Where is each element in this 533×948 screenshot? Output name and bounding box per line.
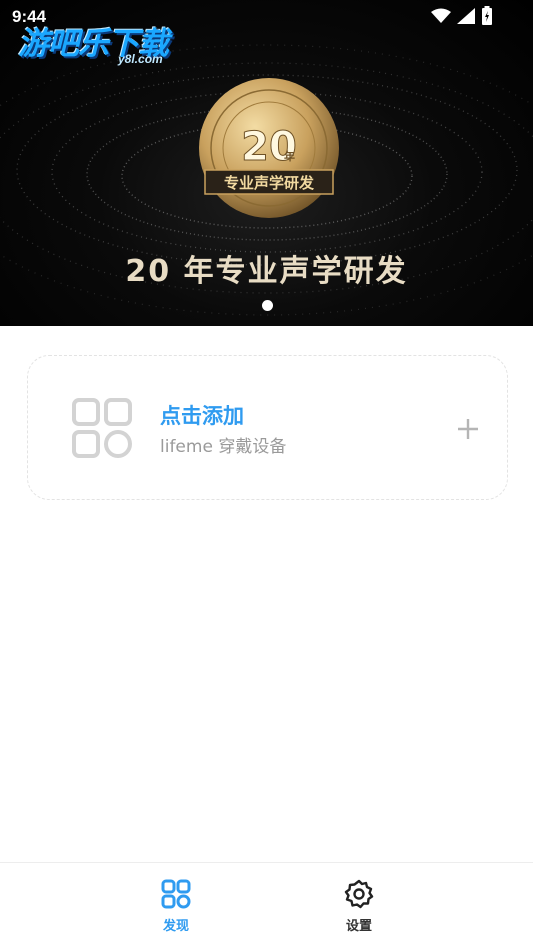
medal-number: 20: [241, 124, 297, 170]
add-device-card[interactable]: 点击添加 lifeme 穿戴设备: [27, 355, 508, 500]
tab-settings-label: 设置: [345, 919, 372, 934]
device-grid-icon: [72, 398, 132, 458]
battery-icon: [482, 6, 492, 25]
watermark-site: y8l.com: [118, 52, 163, 66]
banner-caption: 20 年专业声学研发: [125, 254, 408, 289]
banner-carousel[interactable]: 9:44 游吧乐下载 y8l.com 20 年 专业声学研发 20 年专业声学研…: [0, 0, 533, 326]
gear-icon: [344, 879, 374, 909]
tab-settings[interactable]: 设置: [319, 879, 399, 934]
bottom-navigation: 发现 设置: [0, 862, 533, 948]
wifi-icon: [431, 8, 451, 23]
medal-year-char: 年: [284, 149, 295, 163]
medal-ribbon-text: 专业声学研发: [224, 174, 315, 192]
tab-discover-label: 发现: [162, 919, 189, 934]
add-device-subtitle: lifeme 穿戴设备: [160, 437, 287, 457]
add-device-title: 点击添加: [160, 404, 244, 428]
plus-icon[interactable]: [457, 418, 479, 440]
tab-discover[interactable]: 发现: [136, 879, 216, 934]
watermark-logo: 游吧乐下载 y8l.com: [18, 18, 188, 68]
carousel-indicator: [262, 300, 273, 311]
medal-badge: 20 年 专业声学研发: [199, 78, 339, 218]
grid-icon: [161, 879, 191, 909]
signal-icon: [457, 8, 475, 24]
